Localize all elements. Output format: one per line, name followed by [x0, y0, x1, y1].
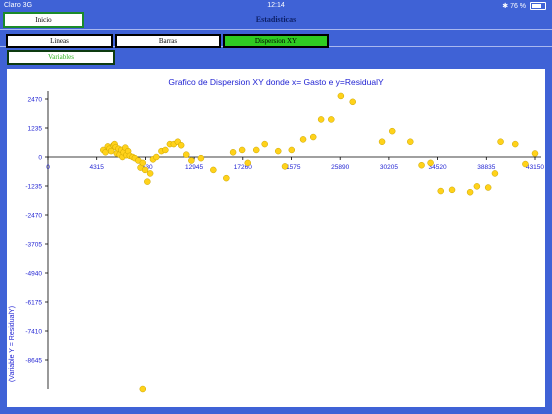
data-point — [139, 159, 147, 167]
y-tick-label: -2470 — [25, 213, 42, 220]
data-point — [177, 142, 185, 149]
y-tick-label: -8645 — [25, 358, 42, 365]
battery-area: ✱ 76 % — [502, 2, 546, 11]
y-tick-label: -1235 — [25, 184, 42, 191]
data-point — [309, 133, 317, 141]
data-point — [349, 98, 356, 106]
x-tick-label: 25890 — [331, 164, 349, 171]
x-tick-label: 12945 — [185, 164, 203, 171]
data-point — [162, 146, 169, 154]
status-bar: Claro 3G 12:14 ✱ 76 % — [0, 0, 552, 11]
data-point — [511, 140, 519, 148]
data-point — [531, 150, 539, 157]
data-point — [281, 163, 289, 170]
data-point — [299, 136, 307, 143]
tab-dispersion-xy[interactable]: Dispersion XY — [223, 34, 329, 48]
data-point — [183, 151, 190, 158]
data-point — [197, 154, 205, 162]
data-point — [210, 166, 217, 174]
y-tick-label: -3705 — [25, 242, 42, 249]
data-point — [378, 138, 386, 145]
chart-panel: Grafico de Dispersion XY donde x= Gasto … — [7, 69, 545, 407]
y-tick-label: 0 — [38, 155, 42, 162]
data-point — [328, 116, 335, 123]
data-point — [418, 161, 425, 169]
data-point — [522, 160, 529, 168]
data-point — [252, 146, 260, 154]
data-point — [466, 188, 474, 196]
data-point — [229, 149, 237, 156]
data-point — [491, 170, 499, 177]
bluetooth-icon: ✱ — [502, 3, 509, 10]
data-point — [141, 166, 149, 174]
data-point — [317, 116, 325, 123]
x-tick-label: 43150 — [526, 164, 544, 171]
data-point — [497, 138, 504, 145]
x-tick-label: 30205 — [380, 164, 398, 171]
data-point — [238, 146, 246, 154]
page-title: Estadisticas — [255, 15, 297, 24]
data-point — [437, 187, 445, 195]
y-tick-label: 2470 — [28, 97, 43, 104]
battery-icon — [530, 2, 546, 11]
data-point — [188, 157, 195, 164]
data-point — [448, 186, 456, 194]
x-tick-label: 0 — [46, 164, 50, 171]
navigation-bar: Inicio Estadisticas — [0, 11, 552, 29]
y-tick-label: 1235 — [28, 126, 43, 133]
variables-button[interactable]: Variables — [7, 50, 115, 65]
data-point — [407, 138, 414, 145]
data-point — [337, 92, 345, 100]
data-point — [388, 127, 396, 135]
data-point — [223, 174, 230, 182]
data-point — [139, 385, 147, 393]
divider — [0, 29, 552, 30]
battery-fill — [532, 4, 542, 9]
y-axis-label: (Variable Y = ResidualY) — [9, 306, 16, 382]
y-tick-label: -6175 — [25, 300, 42, 307]
battery-percent: 76 % — [510, 3, 527, 10]
data-point — [261, 140, 268, 148]
data-point — [473, 183, 481, 190]
y-tick-label: -4940 — [25, 271, 42, 278]
data-point — [288, 146, 296, 154]
scatter-chart: 2470 1235 0 -1235 -2470 -3705 -4940 -6175 -7410 -… — [9, 91, 544, 393]
data-point — [146, 170, 154, 177]
data-point — [274, 147, 282, 155]
status-time: 12:14 — [267, 2, 285, 9]
data-point — [244, 159, 252, 167]
data-point — [484, 184, 492, 191]
data-point — [144, 178, 151, 185]
x-tick-label: 38835 — [477, 164, 495, 171]
tab-barras[interactable]: Barras — [115, 34, 221, 48]
tab-lineas[interactable]: Lineas — [6, 34, 113, 48]
y-tick-label: -7410 — [25, 329, 42, 336]
data-point — [153, 153, 160, 161]
data-point — [427, 159, 434, 167]
x-tick-label: 4315 — [89, 164, 104, 171]
